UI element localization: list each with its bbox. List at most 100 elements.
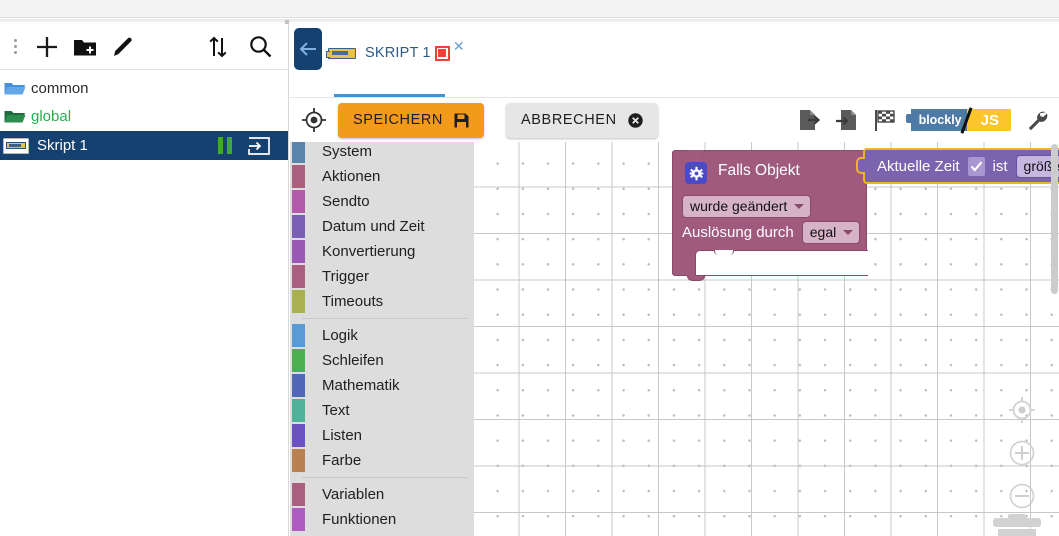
toolbox-category-sendto[interactable]: Sendto	[290, 189, 474, 214]
tab-skript-1[interactable]: SKRIPT 1 ✕	[326, 32, 465, 74]
toolbox-category-system[interactable]: System	[290, 142, 474, 164]
arrow-left-icon[interactable]	[294, 28, 322, 70]
script-tree-toolbar	[0, 24, 288, 70]
category-label: Aktionen	[322, 168, 381, 185]
editor-tools: blockly JS	[797, 107, 1059, 134]
plus-icon[interactable]	[28, 24, 66, 70]
blockly-script-icon	[3, 137, 29, 154]
window-top-strip	[0, 0, 1059, 18]
category-color-swatch	[292, 349, 305, 372]
category-label: Text	[322, 402, 350, 419]
editor-tabbar: SKRIPT 1 ✕	[290, 24, 1059, 98]
script-tree: common global Skript 1	[0, 70, 288, 160]
pencil-icon[interactable]	[104, 24, 142, 70]
toolbox-category-logik[interactable]: Logik	[290, 323, 474, 348]
toolbox-separator	[302, 477, 468, 478]
category-label: Mathematik	[322, 377, 400, 394]
toolbox-category-datum-und-zeit[interactable]: Datum und Zeit	[290, 214, 474, 239]
app-root: common global Skript 1 SKRIPT 1 ✕ SPEICH…	[0, 0, 1059, 536]
folder-icon	[3, 108, 27, 124]
block-statement-slot[interactable]	[695, 250, 868, 276]
category-color-swatch	[292, 290, 305, 313]
toolbox-category-farbe[interactable]: Farbe	[290, 448, 474, 473]
import-file-icon[interactable]	[835, 108, 859, 132]
toolbox-category-timeouts[interactable]: Timeouts	[290, 289, 474, 314]
category-color-swatch	[292, 449, 305, 472]
zoom-in-icon[interactable]	[1007, 438, 1037, 468]
category-label: Logik	[322, 327, 358, 344]
zoom-out-icon[interactable]	[1007, 481, 1037, 511]
category-label: Variablen	[322, 486, 385, 503]
gear-icon[interactable]	[685, 162, 707, 184]
cancel-button-label: ABBRECHEN	[521, 112, 617, 128]
toolbox-category-trigger[interactable]: Trigger	[290, 264, 474, 289]
cancel-button[interactable]: ABBRECHEN	[506, 102, 658, 138]
category-color-swatch	[292, 240, 305, 263]
row-ausloesung: Auslösung durch egal	[682, 221, 861, 244]
save-button[interactable]: SPEICHERN	[338, 102, 484, 138]
category-color-swatch	[292, 142, 305, 163]
export-file-icon[interactable]	[797, 108, 821, 132]
dropdown-wurde-geaendert[interactable]: wurde geändert	[682, 195, 812, 218]
workspace-controls	[1007, 395, 1037, 524]
category-label: Datum und Zeit	[322, 218, 425, 235]
category-color-swatch	[292, 399, 305, 422]
toolbox-category-variablen[interactable]: Variablen	[290, 482, 474, 507]
tree-item-actions	[218, 136, 270, 155]
export-arrow-icon[interactable]	[248, 136, 270, 155]
floppy-disk-icon	[454, 113, 469, 128]
category-color-swatch	[292, 265, 305, 288]
toolbox-category-funktionen[interactable]: Funktionen	[290, 507, 474, 532]
workspace-scrollbar[interactable]	[1051, 144, 1058, 294]
save-button-label: SPEICHERN	[353, 112, 443, 128]
close-x-icon[interactable]: ✕	[453, 39, 465, 53]
toolbox-category-text[interactable]: Text	[290, 398, 474, 423]
editor-actionbar: SPEICHERN ABBRECHEN blockly JS	[290, 98, 1059, 142]
category-color-swatch	[292, 508, 305, 531]
ist-label: ist	[992, 157, 1008, 175]
block-title: Falls Objekt	[718, 162, 800, 179]
block-plug-left	[856, 157, 865, 174]
blockly-editor-panel: SKRIPT 1 ✕ SPEICHERN ABBRECHEN blockly J…	[290, 24, 1059, 536]
category-color-swatch	[292, 374, 305, 397]
wrench-icon[interactable]	[1025, 108, 1049, 132]
tree-item-common[interactable]: common	[0, 74, 288, 102]
category-label: Sendto	[322, 193, 370, 210]
blockly-workspace-area: System Aktionen Sendto Datum und Zeit Ko…	[290, 142, 1059, 536]
toolbox-category-aktionen[interactable]: Aktionen	[290, 164, 474, 189]
blockly-canvas[interactable]: Falls Objekt wurde geändert Auslösung du…	[474, 142, 1059, 536]
tree-item-skript-1[interactable]: Skript 1	[0, 131, 288, 160]
category-color-swatch	[292, 190, 305, 213]
crosshair-icon[interactable]	[290, 107, 338, 133]
blockly-block-icon	[326, 47, 356, 59]
sort-arrows-icon[interactable]	[198, 24, 238, 70]
toolbox-separator	[302, 318, 468, 319]
toolbox-category-schleifen[interactable]: Schleifen	[290, 348, 474, 373]
category-color-swatch	[292, 324, 305, 347]
checkered-flag-icon[interactable]	[873, 108, 897, 132]
category-label: Listen	[322, 427, 363, 444]
checkbox-field[interactable]	[967, 156, 985, 176]
tree-item-global[interactable]: global	[0, 102, 288, 130]
blockly-js-toggle[interactable]: blockly JS	[905, 107, 1011, 134]
category-color-swatch	[292, 424, 305, 447]
dropdown-ausloesung-durch[interactable]: egal	[801, 221, 861, 244]
folder-plus-icon[interactable]	[66, 24, 104, 70]
recenter-target-icon[interactable]	[1007, 395, 1037, 425]
category-label: Konvertierung	[322, 243, 416, 260]
pause-icon[interactable]	[218, 137, 232, 154]
toolbox-category-listen[interactable]: Listen	[290, 423, 474, 448]
search-icon[interactable]	[238, 24, 282, 70]
toggle-blockly-label: blockly	[905, 109, 967, 131]
category-color-swatch	[292, 165, 305, 188]
script-tree-panel: common global Skript 1	[0, 24, 289, 536]
toolbox-category-mathematik[interactable]: Mathematik	[290, 373, 474, 398]
block-falls-objekt[interactable]: Falls Objekt wurde geändert Auslösung du…	[672, 150, 868, 281]
block-aktuelle-zeit[interactable]: Aktuelle Zeit ist größer als “	[856, 148, 1059, 184]
kebab-menu-icon[interactable]	[2, 24, 28, 70]
stop-square-icon[interactable]	[434, 45, 450, 61]
condition-label: Aktuelle Zeit	[877, 157, 960, 175]
toolbox-category-konvertierung[interactable]: Konvertierung	[290, 239, 474, 264]
tree-item-label: common	[31, 79, 89, 97]
close-circle-icon	[627, 112, 643, 128]
